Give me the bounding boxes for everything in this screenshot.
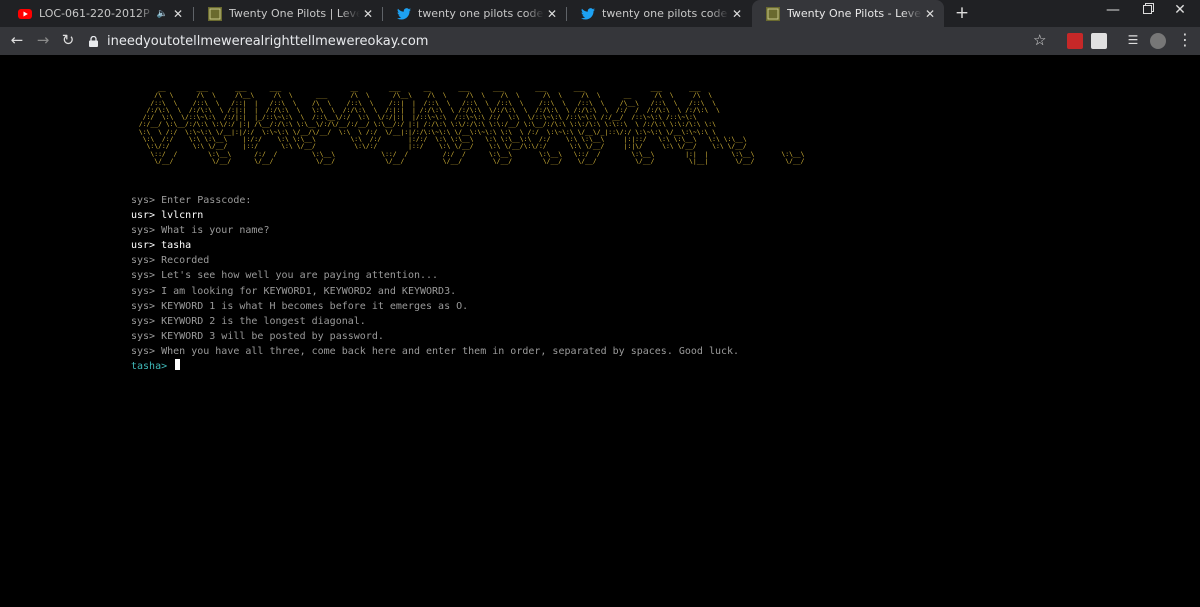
terminal: sys> Enter Passcode: usr> lvlcnrn sys> W… xyxy=(131,193,739,374)
close-window-icon[interactable]: ✕ xyxy=(1170,2,1190,18)
tab-twitter-2[interactable]: twenty one pilots code - Twitter S ✕ xyxy=(567,0,751,27)
terminal-line: usr> tasha xyxy=(131,240,192,252)
tøp-icon xyxy=(766,6,780,21)
twitter-icon xyxy=(581,7,595,21)
terminal-line: sys> When you have all three, come back … xyxy=(131,345,740,357)
terminal-line: sys> KEYWORD 2 is the longest diagonal. xyxy=(131,315,366,327)
command-prompt[interactable]: tasha> xyxy=(131,359,739,374)
terminal-line: sys> KEYWORD 3 will be posted by passwor… xyxy=(131,330,384,342)
close-tab-icon[interactable]: ✕ xyxy=(170,7,186,21)
media-queue-icon[interactable]: ☰ xyxy=(1125,33,1141,49)
profile-avatar[interactable] xyxy=(1150,33,1166,49)
tab-level-of-concern-2[interactable]: Twenty One Pilots - Level of Conc ✕ xyxy=(752,0,944,27)
bookmark-star-icon[interactable]: ☆ xyxy=(1033,31,1046,49)
forward-icon[interactable]: → xyxy=(33,31,53,49)
terminal-line: sys> Recorded xyxy=(131,255,210,267)
minimize-icon[interactable]: — xyxy=(1103,2,1123,18)
new-tab-button[interactable]: + xyxy=(952,3,972,23)
tab-youtube[interactable]: LOC-061-220-2012P - YouTu 🔈 ✕ xyxy=(4,0,192,27)
youtube-icon xyxy=(18,7,32,21)
address-bar[interactable]: ineedyoutotellmewerealrighttellmewereoka… xyxy=(85,29,1065,53)
terminal-line: sys> Enter Passcode: xyxy=(131,195,252,206)
terminal-line: sys> Let's see how well you are paying a… xyxy=(131,270,439,282)
close-tab-icon[interactable]: ✕ xyxy=(922,7,938,21)
text-cursor xyxy=(175,359,181,371)
reload-icon[interactable]: ↻ xyxy=(58,31,78,49)
tab-title: LOC-061-220-2012P - YouTu xyxy=(39,7,155,20)
close-tab-icon[interactable]: ✕ xyxy=(729,7,745,21)
ascii-art-banner: __ ___ ___ ___ __ ___ __ ___ ___ ___ ___… xyxy=(138,84,805,165)
restore-icon[interactable] xyxy=(1138,2,1158,18)
prompt-label: tasha> xyxy=(131,361,168,373)
browser-toolbar: ← → ↻ ineedyoutotellmewerealrighttellmew… xyxy=(0,27,1200,55)
tab-level-of-concern-1[interactable]: Twenty One Pilots | Level of Conc ✕ xyxy=(194,0,382,27)
terminal-line: sys> KEYWORD 1 is what H becomes before … xyxy=(131,300,469,312)
tab-twitter-1[interactable]: twenty one pilots code - Twitter S ✕ xyxy=(383,0,566,27)
extension-icon[interactable] xyxy=(1091,33,1107,49)
tøp-icon xyxy=(208,6,222,21)
extension-icon[interactable] xyxy=(1067,33,1083,49)
speaker-icon[interactable]: 🔈 xyxy=(157,9,168,19)
url-text: ineedyoutotellmewerealrighttellmewereoka… xyxy=(107,33,429,49)
close-tab-icon[interactable]: ✕ xyxy=(544,7,560,21)
tab-title: Twenty One Pilots - Level of Conc xyxy=(787,7,922,20)
tab-title: twenty one pilots code - Twitter S xyxy=(602,7,729,20)
terminal-line: sys> What is your name? xyxy=(131,225,270,237)
tab-strip: LOC-061-220-2012P - YouTu 🔈 ✕ Twenty One… xyxy=(0,0,1200,27)
back-icon[interactable]: ← xyxy=(7,31,27,49)
close-tab-icon[interactable]: ✕ xyxy=(360,7,376,21)
menu-icon[interactable]: ⋮ xyxy=(1177,30,1193,49)
tab-title: Twenty One Pilots | Level of Conc xyxy=(229,7,360,20)
terminal-line: usr> lvlcnrn xyxy=(131,210,204,222)
tab-title: twenty one pilots code - Twitter S xyxy=(418,7,544,20)
lock-icon xyxy=(89,35,98,47)
terminal-line: sys> I am looking for KEYWORD1, KEYWORD2… xyxy=(131,285,457,297)
twitter-icon xyxy=(397,7,411,21)
